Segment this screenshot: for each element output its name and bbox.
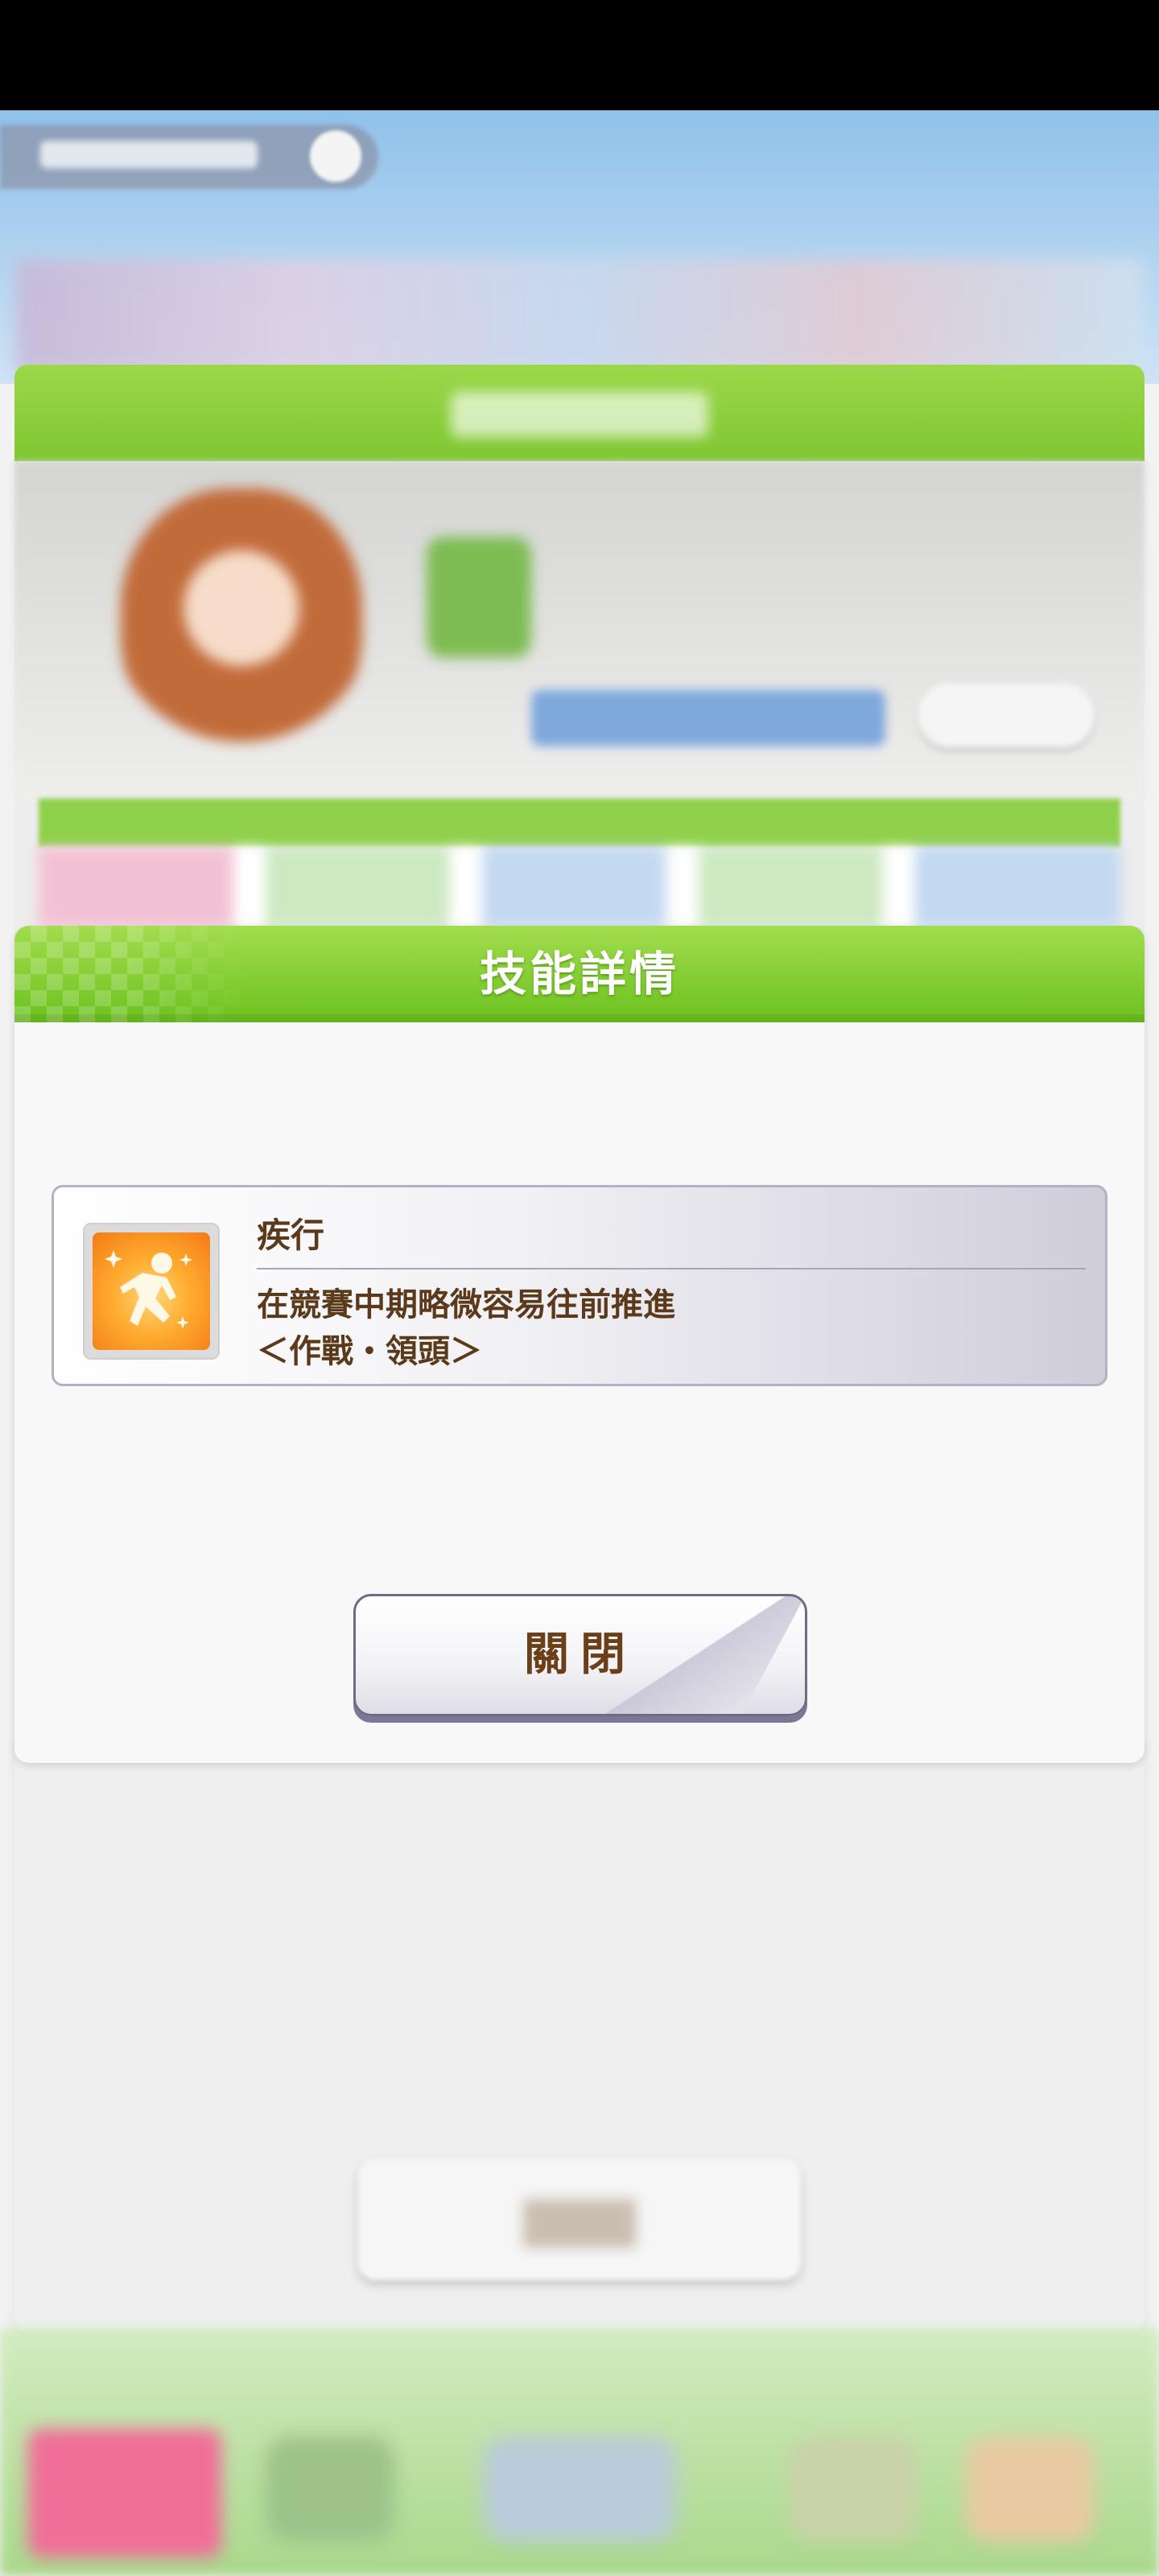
running-figure-icon bbox=[93, 1232, 210, 1350]
blurred-nav-item bbox=[483, 2437, 676, 2541]
blurred-pill-button bbox=[918, 683, 1095, 748]
blurred-stat-values bbox=[39, 847, 1120, 927]
blurred-chip-text bbox=[40, 141, 258, 168]
blurred-nav-item bbox=[266, 2437, 394, 2541]
skill-details-modal: 技能詳情 疾行 在競賽中期略微容易往前推進 ＜作戰・領頭＞ 關閉 bbox=[14, 926, 1145, 1763]
skill-tags: ＜作戰・領頭＞ bbox=[257, 1333, 482, 1370]
skill-card: 疾行 在競賽中期略微容易往前推進 ＜作戰・領頭＞ bbox=[52, 1185, 1107, 1386]
close-button-label: 關閉 bbox=[524, 1629, 637, 1681]
blurred-nav-item bbox=[789, 2437, 918, 2541]
close-button[interactable]: 關閉 bbox=[353, 1594, 807, 1716]
blurred-blue-bar bbox=[531, 690, 885, 746]
blurred-stat-header bbox=[39, 799, 1120, 847]
blurred-nav-item bbox=[966, 2437, 1095, 2541]
modal-title: 技能詳情 bbox=[479, 947, 679, 1001]
skill-name: 疾行 bbox=[257, 1216, 325, 1255]
blurred-close-button-text bbox=[523, 2199, 636, 2248]
blurred-nav-active-tab bbox=[28, 2429, 221, 2557]
modal-header: 技能詳情 bbox=[14, 926, 1145, 1022]
skill-description: 在競賽中期略微容易往前推進 bbox=[257, 1286, 675, 1323]
blurred-character-cards bbox=[16, 259, 1143, 372]
blurred-chip-button bbox=[310, 130, 361, 182]
blurred-details-title bbox=[451, 392, 708, 437]
blurred-character-portrait bbox=[121, 489, 362, 754]
status-bar bbox=[0, 0, 1159, 110]
blurred-rank-badge bbox=[427, 537, 531, 658]
skill-divider bbox=[257, 1268, 1086, 1269]
skill-icon-frame bbox=[83, 1223, 220, 1360]
